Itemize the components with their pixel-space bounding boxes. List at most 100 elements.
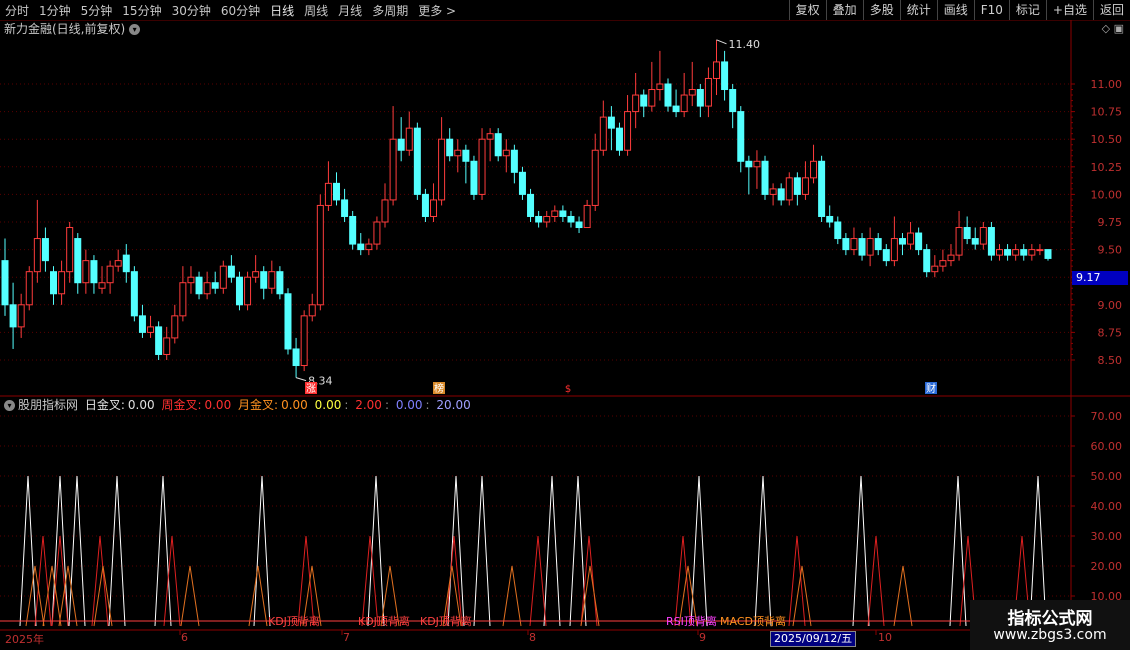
candle-down bbox=[777, 188, 785, 201]
candle-down bbox=[9, 304, 17, 328]
candle-down bbox=[971, 238, 979, 245]
candle-down bbox=[793, 177, 801, 195]
x-axis-label-sep: 9 bbox=[699, 631, 706, 644]
candle-up bbox=[389, 138, 397, 201]
daily-cross-spike bbox=[569, 475, 587, 627]
candle-down bbox=[615, 127, 623, 151]
daily-cross-value: 0.00 bbox=[127, 398, 155, 412]
candle-up bbox=[171, 315, 179, 339]
candle-up bbox=[551, 210, 559, 217]
candle-up bbox=[486, 133, 494, 140]
divergence-signal-label: KDJ顶背离 bbox=[358, 614, 410, 628]
indicator-header: ▾ 股朋指标网 日金叉: 0.00 周金叉: 0.00 月金叉: 0.00 0.00: … bbox=[4, 398, 474, 412]
candle-up bbox=[810, 160, 818, 179]
candle-down bbox=[518, 171, 526, 195]
candle-up bbox=[591, 149, 599, 206]
current-price-tag: 9.17 bbox=[1072, 271, 1128, 285]
candle-down bbox=[567, 215, 575, 223]
candle-down bbox=[923, 249, 931, 273]
price-tick-label: 9.00 bbox=[1098, 299, 1123, 312]
daily-cross-spike bbox=[108, 475, 126, 627]
candle-down bbox=[915, 232, 923, 251]
candle-down bbox=[858, 238, 866, 256]
candle-down bbox=[138, 315, 146, 333]
extra-value-3: 0.00 bbox=[395, 398, 423, 412]
x-axis-label-jul: 7 bbox=[343, 631, 350, 644]
candle-up bbox=[252, 271, 260, 278]
candle-up bbox=[430, 199, 438, 217]
weekly-cross-spike bbox=[674, 535, 692, 627]
candle-up bbox=[907, 232, 915, 245]
candle-up bbox=[624, 111, 632, 151]
watermark-title: 指标公式网 bbox=[1007, 609, 1093, 629]
candle-up bbox=[268, 271, 276, 289]
daily-cross-spike bbox=[447, 475, 465, 627]
monthly-cross-label: 月金叉: bbox=[238, 398, 279, 412]
candle-up bbox=[300, 315, 308, 367]
candle-up bbox=[478, 138, 486, 195]
indicator-name: 股朋指标网 bbox=[18, 398, 79, 412]
candle-up bbox=[648, 89, 656, 107]
candle-up bbox=[405, 127, 413, 151]
candle-down bbox=[494, 133, 502, 157]
indicator-menu-icon[interactable]: ▾ bbox=[4, 400, 15, 411]
candle-down bbox=[41, 238, 49, 262]
candle-up bbox=[1012, 249, 1020, 256]
daily-cross-spike bbox=[949, 475, 967, 627]
price-tick-label: 10.75 bbox=[1091, 106, 1123, 119]
price-tick-label: 9.50 bbox=[1098, 244, 1123, 257]
candle-up bbox=[543, 215, 551, 223]
indicator-tick-label: 70.00 bbox=[1091, 410, 1123, 423]
candle-down bbox=[292, 348, 300, 367]
kline-chart[interactable]: 11.0010.7510.5010.2510.009.759.509.259.0… bbox=[0, 0, 1130, 650]
event-badge-label: 涨 bbox=[306, 383, 316, 395]
divergence-signal-label: KDJ顶背离 bbox=[268, 614, 320, 628]
daily-cross-spike bbox=[852, 475, 870, 627]
candle-down bbox=[195, 276, 203, 295]
candle-down bbox=[413, 127, 421, 195]
candle-down bbox=[1004, 249, 1012, 256]
candle-up bbox=[979, 227, 987, 245]
selected-date-box: 2025/09/12/五 bbox=[770, 631, 857, 647]
candle-up bbox=[753, 160, 761, 168]
candle-down bbox=[446, 138, 454, 157]
candle-down bbox=[559, 210, 567, 217]
candle-down bbox=[397, 138, 405, 151]
price-tick-label: 11.00 bbox=[1091, 78, 1123, 91]
weekly-cross-spike bbox=[867, 535, 885, 627]
candle-down bbox=[130, 271, 138, 317]
candle-down bbox=[235, 276, 243, 306]
divergence-signal-label: RSI顶背离 bbox=[666, 614, 717, 628]
candle-up bbox=[106, 265, 114, 284]
candle-down bbox=[357, 243, 365, 251]
candle-up bbox=[583, 204, 591, 229]
candle-down bbox=[745, 160, 753, 168]
price-tick-label: 10.50 bbox=[1091, 133, 1123, 146]
candle-up bbox=[704, 77, 712, 107]
indicator-tick-label: 20.00 bbox=[1091, 560, 1123, 573]
low-marker-line bbox=[295, 377, 307, 382]
candle-up bbox=[203, 282, 211, 295]
daily-cross-spike bbox=[754, 475, 772, 627]
watermark-url: www.zbgs3.com bbox=[993, 627, 1107, 643]
candle-up bbox=[17, 304, 25, 328]
price-tick-label: 10.25 bbox=[1091, 161, 1123, 174]
candle-down bbox=[826, 215, 834, 223]
weekly-cross-value: 0.00 bbox=[204, 398, 232, 412]
candle-up bbox=[502, 149, 510, 157]
candle-up bbox=[931, 265, 939, 273]
candle-down bbox=[834, 221, 842, 240]
candle-down bbox=[510, 149, 518, 173]
weekly-cross-spike bbox=[163, 535, 181, 627]
candle-up bbox=[66, 227, 74, 273]
candle-up bbox=[438, 138, 446, 201]
candle-down bbox=[1020, 249, 1028, 256]
candle-up bbox=[713, 61, 721, 79]
indicator-tick-label: 40.00 bbox=[1091, 500, 1123, 513]
candle-up bbox=[365, 243, 373, 251]
indicator-tick-label: 30.00 bbox=[1091, 530, 1123, 543]
candle-up bbox=[850, 238, 858, 251]
price-tick-label: 8.50 bbox=[1098, 354, 1123, 367]
candle-down bbox=[122, 254, 130, 273]
candle-up bbox=[219, 265, 227, 289]
